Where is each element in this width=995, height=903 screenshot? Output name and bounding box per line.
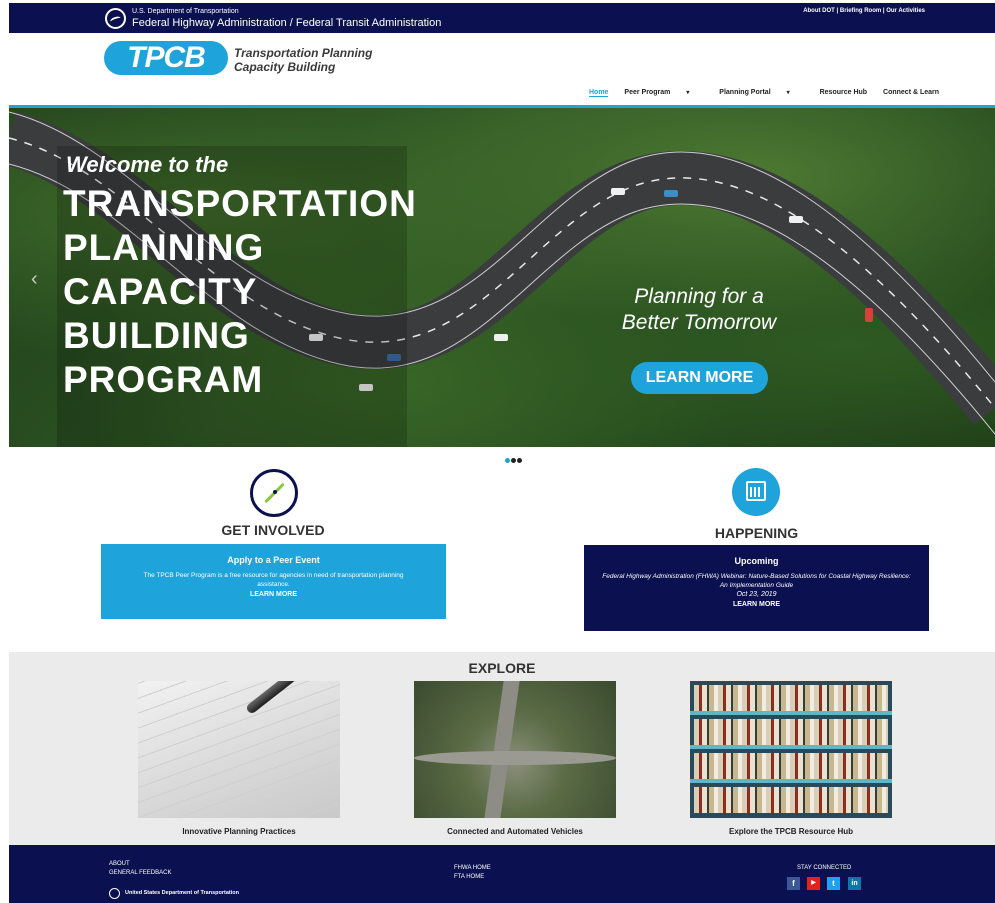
linkedin-icon[interactable]: in (848, 877, 861, 890)
logo-text-line1: Transportation Planning (234, 46, 373, 60)
explore-tile-resource-hub[interactable] (690, 681, 892, 818)
footer-about-link[interactable]: ABOUT (109, 861, 130, 867)
tile-caption[interactable]: Innovative Planning Practices (138, 827, 340, 836)
agency-names[interactable]: Federal Highway Administration / Federal… (132, 17, 441, 29)
book-row (694, 685, 888, 711)
explore-section: EXPLORE Innovative Planning Practices Co… (9, 652, 995, 845)
tpcb-logo[interactable]: TPCB (104, 41, 228, 75)
hero-title-line: TRANSPORTATION (63, 183, 417, 224)
nav-connect-learn[interactable]: Connect & Learn (883, 89, 939, 96)
explore-tile-automated-vehicles[interactable] (414, 681, 616, 818)
get-involved-heading: GET INVOLVED (221, 522, 325, 538)
card-body: The TPCB Peer Program is a free resource… (143, 572, 404, 588)
card-body[interactable]: Federal Highway Administration (FHWA) We… (598, 572, 915, 590)
caret-down-icon: ▾ (786, 90, 790, 96)
dot-name[interactable]: U.S. Department of Transportation (132, 8, 239, 15)
card-title[interactable]: Apply to a Peer Event (101, 555, 446, 565)
book-row (694, 753, 888, 779)
stay-connected-label: STAY CONNECTED (797, 865, 852, 871)
hero-welcome: Welcome to the (66, 152, 229, 177)
carousel-prev-icon[interactable]: ‹ (31, 268, 38, 291)
hero-title-line: BUILDING (63, 315, 250, 356)
peer-event-card[interactable]: Apply to a Peer Event The TPCB Peer Prog… (101, 544, 446, 619)
footer-fhwa-home-link[interactable]: FHWA HOME (454, 865, 491, 871)
caret-down-icon: ▾ (686, 90, 690, 96)
happening-heading: HAPPENING (714, 525, 799, 541)
gov-top-bar: U.S. Department of Transportation Federa… (9, 3, 995, 33)
twitter-icon[interactable]: t (827, 877, 840, 890)
nav-planning-portal[interactable]: Planning Portal ▾ (719, 89, 803, 96)
main-nav: Home Peer Program ▾ Planning Portal ▾ Reso… (589, 89, 953, 97)
nav-home[interactable]: Home (589, 89, 609, 97)
explore-heading: EXPLORE (468, 660, 536, 676)
shelf (690, 779, 892, 783)
pen-image (244, 681, 338, 715)
carousel-dot[interactable] (517, 458, 522, 463)
footer-fta-home-link[interactable]: FTA HOME (454, 874, 484, 880)
footer-feedback-link[interactable]: GENERAL FEEDBACK (109, 870, 171, 876)
youtube-icon[interactable]: ▶ (807, 877, 820, 890)
hero-title-line: PROGRAM (63, 359, 264, 400)
tile-caption[interactable]: Connected and Automated Vehicles (414, 827, 616, 836)
card-title: Upcoming (734, 556, 779, 566)
learn-more-link[interactable]: LEARN MORE (101, 591, 446, 598)
explore-tile-planning-practices[interactable] (138, 681, 340, 818)
hero-title-line: CAPACITY (63, 271, 258, 312)
hero-title: TRANSPORTATION PLANNING CAPACITY BUILDIN… (63, 182, 417, 402)
nav-peer-program-label: Peer Program (624, 89, 671, 96)
logo-text[interactable]: Transportation Planning Capacity Buildin… (234, 46, 372, 74)
carousel-dot[interactable] (505, 458, 510, 463)
nav-planning-portal-label: Planning Portal (719, 89, 771, 96)
gov-utility-links[interactable]: About DOT | Briefing Room | Our Activiti… (803, 8, 925, 14)
facebook-icon[interactable]: f (787, 877, 800, 890)
hero-tagline-line2: Better Tomorrow (621, 311, 777, 334)
shelf (690, 745, 892, 749)
hero-carousel[interactable]: ‹ Welcome to the TRANSPORTATION PLANNING… (9, 108, 995, 447)
book-row (694, 719, 888, 745)
dot-logo-icon (109, 888, 120, 899)
logo-text-line2: Capacity Building (234, 60, 336, 74)
compass-icon (250, 469, 298, 517)
hero-tagline: Planning for a Better Tomorrow (599, 284, 799, 336)
footer-dot-name[interactable]: United States Department of Transportati… (125, 890, 239, 896)
hero-tagline-line1: Planning for a (634, 285, 764, 308)
event-date: Oct 23, 2019 (736, 591, 777, 598)
upcoming-event-card[interactable]: Upcoming Federal Highway Administration … (584, 545, 929, 631)
nav-peer-program[interactable]: Peer Program ▾ (624, 89, 703, 96)
site-footer: ABOUT GENERAL FEEDBACK United States Dep… (9, 845, 995, 903)
hero-title-line: PLANNING (63, 227, 265, 268)
dot-logo-icon[interactable] (105, 8, 126, 29)
carousel-dot[interactable] (511, 458, 516, 463)
carousel-indicators (505, 450, 523, 468)
calendar-icon (732, 468, 780, 516)
learn-more-link[interactable]: LEARN MORE (584, 601, 929, 608)
shelf (690, 711, 892, 715)
calendar-grid (746, 481, 766, 501)
nav-resource-hub[interactable]: Resource Hub (820, 89, 867, 96)
tile-caption[interactable]: Explore the TPCB Resource Hub (690, 827, 892, 836)
hero-learn-more-button[interactable]: LEARN MORE (631, 362, 768, 394)
book-row (694, 787, 888, 813)
